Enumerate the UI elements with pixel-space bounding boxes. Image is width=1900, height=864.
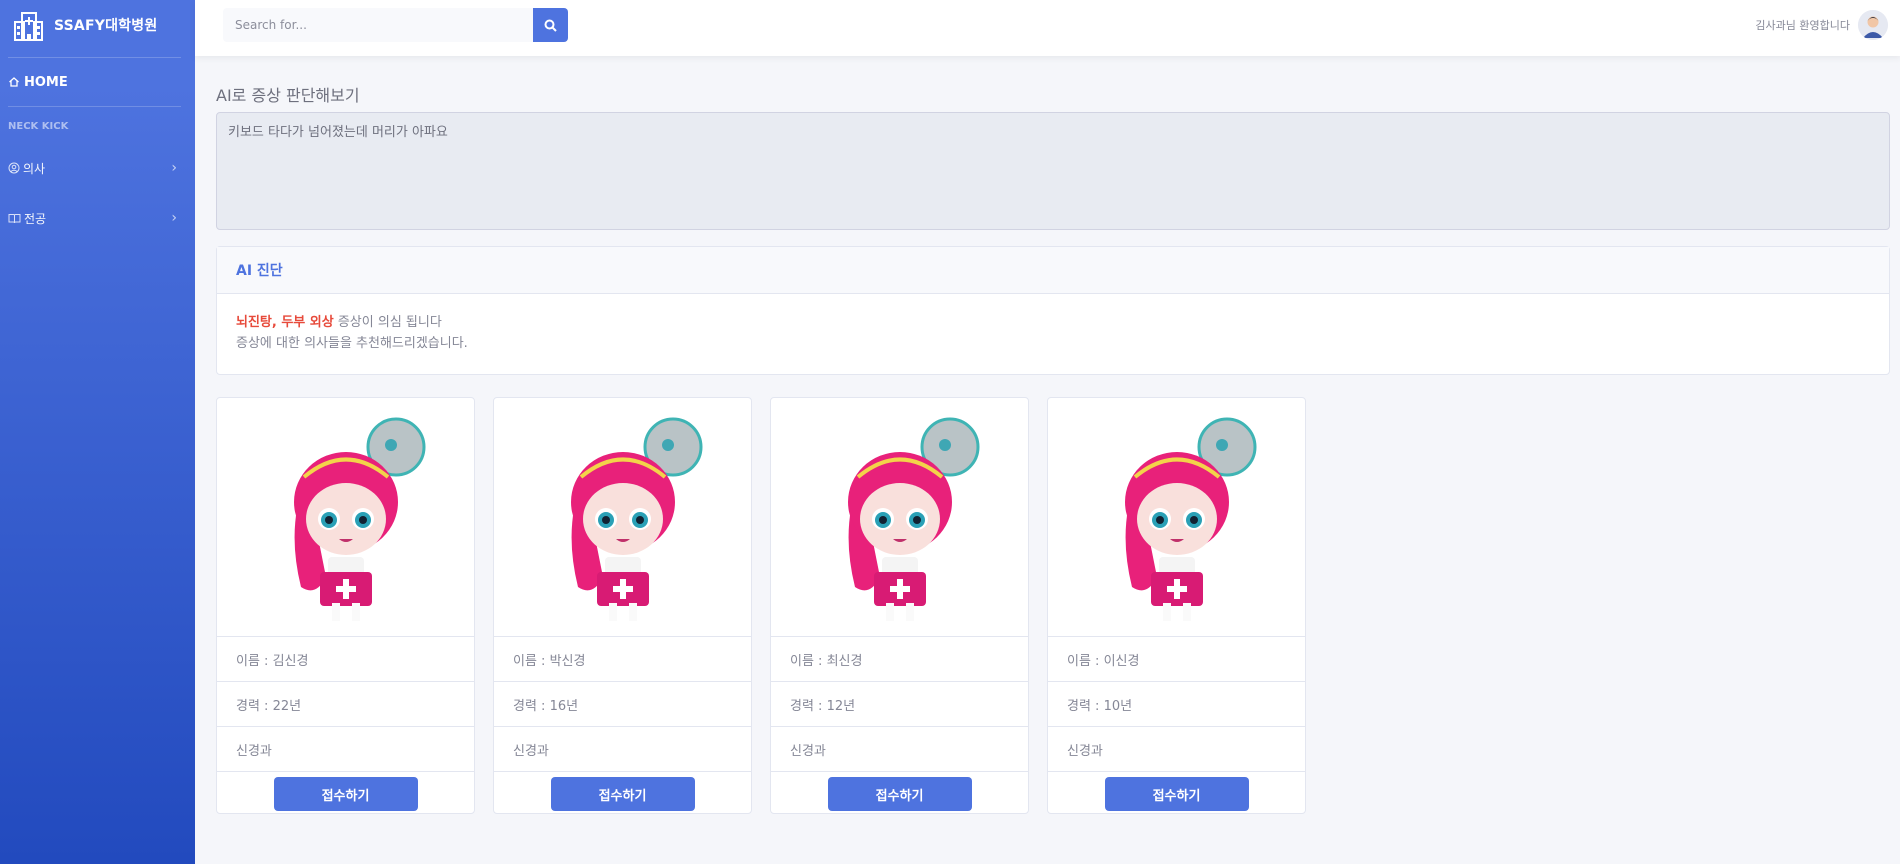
diagnosis-result: 뇌진탕, 두부 외상 증상이 의심 됩니다 <box>236 312 1870 333</box>
user-menu[interactable]: 김사과님 환영합니다 <box>1755 10 1888 40</box>
sidebar-item-major-label: 전공 <box>24 211 47 226</box>
doctor-dept: 신경과 <box>1048 726 1305 771</box>
topbar: 김사과님 환영합니다 <box>195 0 1900 56</box>
doctor-image <box>494 398 751 636</box>
doctor-action: 접수하기 <box>494 771 751 816</box>
sidebar-item-major[interactable]: 전공 › <box>0 193 195 243</box>
doctor-dept: 신경과 <box>494 726 751 771</box>
apply-button[interactable]: 접수하기 <box>273 777 418 811</box>
page-title: AI로 증상 판단해보기 <box>216 86 360 105</box>
doctor-image <box>217 398 474 636</box>
brand-name: SSAFY대학병원 <box>54 18 158 34</box>
doctor-name: 이름 : 최신경 <box>771 636 1028 681</box>
sidebar: SSAFY대학병원 HOME NECK KICK 의사 › 전공 › <box>0 0 195 864</box>
search-icon <box>544 19 557 32</box>
symptom-textarea[interactable]: 키보드 타다가 넘어졌는데 머리가 아파요 <box>216 112 1890 230</box>
chevron-right-icon: › <box>171 160 177 176</box>
avatar <box>1858 10 1888 40</box>
search-group <box>223 8 568 42</box>
doctor-image <box>771 398 1028 636</box>
apply-button[interactable]: 접수하기 <box>827 777 972 811</box>
doctor-action: 접수하기 <box>1048 771 1305 816</box>
brand-link[interactable]: SSAFY대학병원 <box>0 0 195 50</box>
user-circle-icon <box>8 162 20 174</box>
doctor-name: 이름 : 이신경 <box>1048 636 1305 681</box>
main-content: AI로 증상 판단해보기 키보드 타다가 넘어졌는데 머리가 아파요 AI 진단… <box>216 56 1890 814</box>
doctor-card: 이름 : 이신경 경력 : 10년 신경과 접수하기 <box>1047 397 1306 814</box>
doctor-image <box>1048 398 1305 636</box>
search-input[interactable] <box>223 8 533 42</box>
doctor-card: 이름 : 최신경 경력 : 12년 신경과 접수하기 <box>770 397 1029 814</box>
doctor-career: 경력 : 22년 <box>217 681 474 726</box>
doctor-action: 접수하기 <box>217 771 474 816</box>
doctor-card: 이름 : 박신경 경력 : 16년 신경과 접수하기 <box>493 397 752 814</box>
doctor-list: 이름 : 김신경 경력 : 22년 신경과 접수하기 이름: 박신경 경력:… <box>216 397 1890 814</box>
sidebar-item-doctor-label: 의사 <box>23 161 46 176</box>
search-button[interactable] <box>533 8 568 42</box>
doctor-card: 이름 : 김신경 경력 : 22년 신경과 접수하기 <box>216 397 475 814</box>
book-icon <box>8 213 21 224</box>
doctor-name: 이름 : 박신경 <box>494 636 751 681</box>
diagnosis-diseases: 뇌진탕, 두부 외상 <box>236 315 334 330</box>
home-icon <box>9 77 19 87</box>
diagnosis-recommend: 증상에 대한 의사들을 추천해드리겠습니다. <box>236 336 468 351</box>
diagnosis-card: AI 진단 뇌진탕, 두부 외상 증상이 의심 됩니다 증상에 대한 의사들을 … <box>216 246 1890 375</box>
sidebar-item-home-label: HOME <box>24 74 68 90</box>
doctor-action: 접수하기 <box>771 771 1028 816</box>
apply-button[interactable]: 접수하기 <box>1104 777 1249 811</box>
doctor-career: 경력 : 12년 <box>771 681 1028 726</box>
user-greeting: 김사과님 환영합니다 <box>1755 19 1850 32</box>
doctor-name: 이름 : 김신경 <box>217 636 474 681</box>
hospital-icon <box>14 12 43 41</box>
apply-button[interactable]: 접수하기 <box>550 777 695 811</box>
diagnosis-header: AI 진단 <box>217 247 1889 294</box>
doctor-career: 경력 : 16년 <box>494 681 751 726</box>
doctor-career: 경력 : 10년 <box>1048 681 1305 726</box>
doctor-dept: 신경과 <box>217 726 474 771</box>
sidebar-item-doctor[interactable]: 의사 › <box>0 143 195 193</box>
sidebar-item-home[interactable]: HOME <box>0 58 195 106</box>
doctor-dept: 신경과 <box>771 726 1028 771</box>
diagnosis-body: 뇌진탕, 두부 외상 증상이 의심 됩니다 증상에 대한 의사들을 추천해드리겠… <box>217 294 1889 374</box>
diagnosis-suffix: 증상이 의심 됩니다 <box>333 315 442 330</box>
sidebar-heading: NECK KICK <box>8 121 69 132</box>
chevron-right-icon: › <box>171 210 177 226</box>
